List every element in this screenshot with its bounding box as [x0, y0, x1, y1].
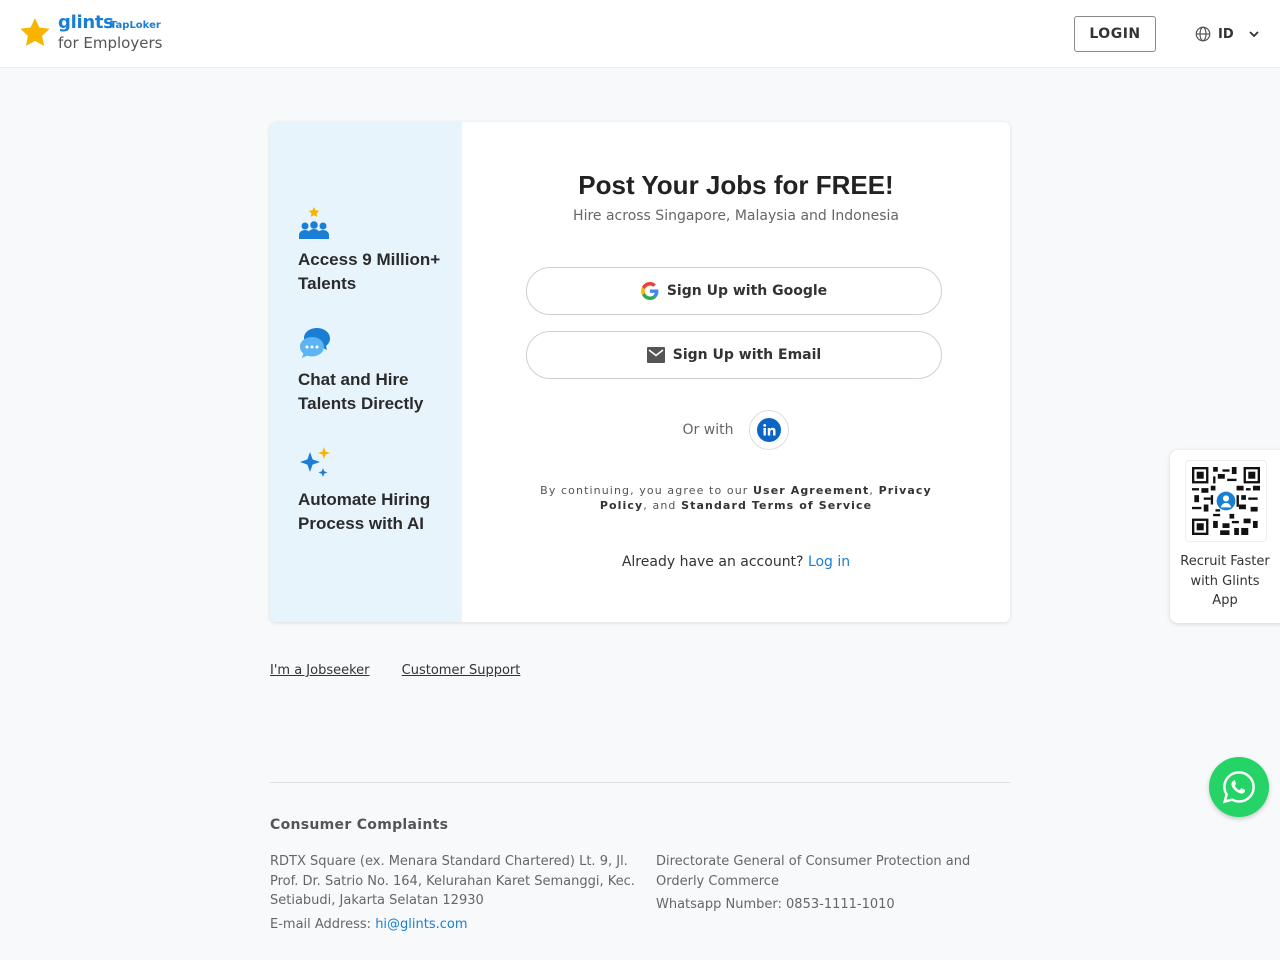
customer-support-link[interactable]: Customer Support — [402, 663, 521, 678]
already-account-row: Already have an account? Log in — [462, 554, 1010, 570]
directorate-text: Directorate General of Consumer Protecti… — [656, 854, 971, 889]
footer-divider — [270, 782, 1010, 783]
language-label: ID — [1218, 26, 1234, 42]
or-with-row: Or with — [462, 410, 1010, 450]
globe-icon — [1195, 26, 1211, 42]
qr-panel-text: Recruit Faster with Glints App — [1180, 554, 1270, 608]
google-icon — [640, 282, 659, 300]
google-signup-button[interactable]: Sign Up with Google — [526, 267, 942, 315]
features-panel: Access 9 Million+ Talents Chat and Hire … — [270, 122, 462, 622]
page-title: Post Your Jobs for FREE! — [578, 170, 894, 200]
google-signup-label: Sign Up with Google — [666, 283, 828, 299]
login-link[interactable]: Log in — [808, 554, 850, 570]
standard-terms-link[interactable]: Standard Terms of Service — [681, 499, 872, 512]
directorate-block: Directorate General of Consumer Protecti… — [656, 852, 996, 915]
email-signup-button[interactable]: Sign Up with Email — [526, 331, 942, 379]
page-subtitle: Hire across Singapore, Malaysia and Indo… — [573, 208, 899, 224]
consumer-address-block: RDTX Square (ex. Menara Standard Charter… — [270, 852, 640, 934]
user-agreement-link[interactable]: User Agreement — [753, 484, 869, 497]
whatsapp-icon — [1222, 771, 1255, 804]
feature-text: Automate Hiring Process with AI — [298, 490, 431, 533]
feature-chat: Chat and Hire Talents Directly — [298, 326, 448, 416]
email-label: E-mail Address: — [270, 916, 372, 932]
consumer-complaints-title: Consumer Complaints — [270, 817, 449, 833]
qr-code-icon — [1185, 460, 1267, 542]
already-account-text: Already have an account? — [621, 554, 804, 570]
mail-icon — [646, 347, 665, 363]
email-row: E-mail Address: hi@glints.com — [270, 915, 640, 935]
feature-text: Chat and Hire Talents Directly — [298, 370, 424, 413]
linkedin-icon — [757, 418, 782, 442]
glints-logo[interactable]: glints TapLoker for Employers — [18, 12, 168, 54]
signup-panel: Post Your Jobs for FREE! Hire across Sin… — [462, 122, 1010, 622]
login-button[interactable]: LOGIN — [1074, 16, 1156, 52]
sparkle-ai-icon — [300, 447, 330, 477]
footer-links: I'm a Jobseeker Customer Support — [270, 663, 548, 678]
chevron-down-icon — [1249, 31, 1259, 38]
chat-bubble-icon — [300, 328, 330, 358]
consumer-address: RDTX Square (ex. Menara Standard Charter… — [270, 854, 635, 908]
terms-prefix: By continuing, you agree to our — [540, 484, 749, 497]
or-with-label: Or with — [682, 422, 734, 438]
app-qr-panel[interactable]: Recruit Faster with Glints App — [1170, 450, 1280, 623]
jobseeker-link[interactable]: I'm a Jobseeker — [270, 663, 370, 678]
logo-brand: glints — [58, 12, 114, 33]
terms-and: , and — [643, 499, 677, 512]
logo-tagline: for Employers — [58, 34, 163, 52]
top-header: glints TapLoker for Employers LOGIN ID — [0, 0, 1280, 68]
linkedin-button[interactable] — [749, 410, 790, 450]
star-logo-icon — [20, 18, 50, 46]
whatsapp-chat-button[interactable] — [1209, 757, 1269, 817]
email-signup-label: Sign Up with Email — [672, 347, 822, 363]
language-selector[interactable]: ID — [1194, 24, 1260, 44]
whatsapp-number: Whatsapp Number: 0853-1111-1010 — [656, 897, 895, 912]
email-link[interactable]: hi@glints.com — [375, 917, 467, 932]
people-star-icon — [299, 207, 329, 239]
feature-text: Access 9 Million+ Talents — [298, 250, 441, 293]
signup-card: Access 9 Million+ Talents Chat and Hire … — [270, 122, 1010, 622]
feature-ai: Automate Hiring Process with AI — [298, 446, 448, 536]
feature-talents: Access 9 Million+ Talents — [298, 206, 448, 296]
logo-sub: TapLoker — [110, 20, 161, 31]
terms-text: By continuing, you agree to our User Agr… — [540, 484, 932, 512]
